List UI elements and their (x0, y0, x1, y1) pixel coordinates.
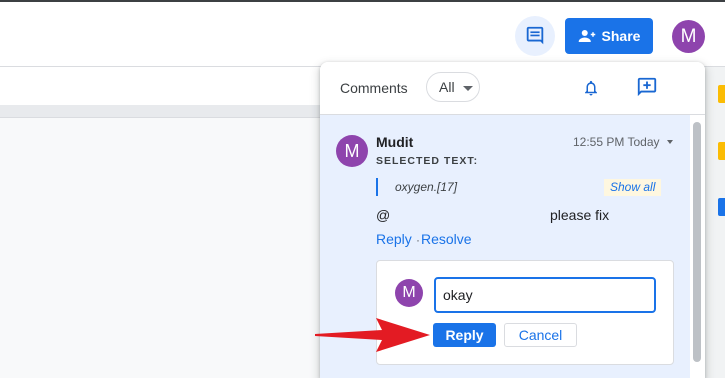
reply-link[interactable]: Reply (376, 231, 412, 247)
document-ruler (0, 105, 320, 118)
comments-panel-title: Comments (340, 80, 408, 96)
quote-bar (376, 178, 378, 196)
add-comment-icon[interactable] (636, 76, 658, 103)
open-comments-button[interactable] (515, 16, 555, 56)
comment-menu-icon[interactable] (667, 140, 673, 144)
selected-text-quote: oxygen.[17] (395, 180, 458, 194)
comments-filter-value: All (439, 79, 455, 95)
comments-scrollbar-thumb[interactable] (693, 122, 701, 362)
comments-panel-header: Comments All (320, 62, 705, 115)
reply-avatar: M (395, 279, 423, 307)
person-add-icon (578, 30, 595, 42)
share-label: Share (601, 28, 641, 44)
show-all-link[interactable]: Show all (604, 179, 662, 196)
document-canvas (0, 118, 320, 378)
reply-button[interactable]: Reply (433, 323, 496, 347)
comment-body: please fix (550, 207, 610, 223)
red-arrow-annotation (315, 318, 430, 352)
reply-input[interactable] (434, 277, 656, 313)
cancel-button[interactable]: Cancel (504, 323, 577, 347)
comment-mention: @ (376, 207, 391, 223)
comment-avatar: M (336, 135, 368, 167)
link-separator: · (416, 233, 420, 247)
comments-filter-dropdown[interactable]: All (426, 72, 480, 102)
side-panel-keep-icon[interactable] (718, 85, 725, 103)
docs-header: Share M (0, 2, 725, 66)
comment-icon (526, 26, 544, 45)
share-button[interactable]: Share (565, 18, 653, 54)
side-panel-tasks-icon[interactable] (718, 142, 725, 160)
account-avatar[interactable]: M (672, 20, 705, 53)
side-panel-calendar-icon[interactable] (718, 198, 725, 216)
comment-author: Mudit (376, 134, 414, 150)
resolve-link[interactable]: Resolve (421, 231, 472, 247)
selected-text-label: SELECTED TEXT: (376, 155, 479, 167)
comment-timestamp: 12:55 PM Today (573, 135, 660, 149)
side-panel-edge (705, 67, 725, 378)
bell-icon[interactable] (582, 78, 600, 103)
chevron-down-icon (463, 86, 473, 91)
